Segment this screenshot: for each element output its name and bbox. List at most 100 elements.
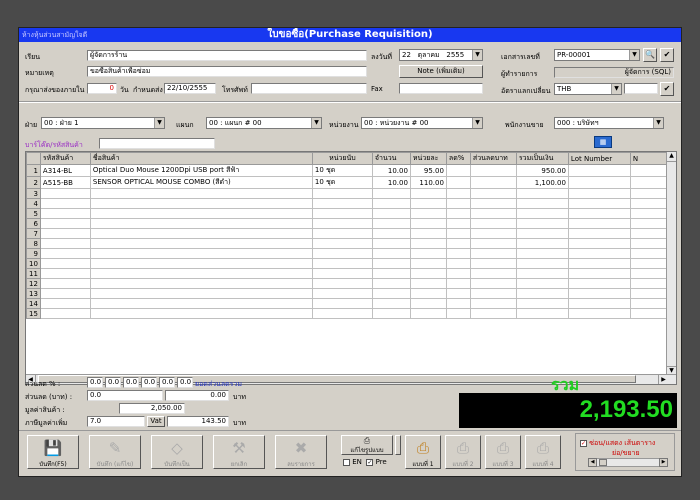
cell-qty[interactable] [371, 268, 411, 279]
cell-name[interactable] [89, 268, 313, 279]
cell-disc-amt[interactable] [469, 164, 517, 177]
cell-disc-amt[interactable] [469, 188, 517, 199]
cell-code[interactable] [39, 298, 91, 309]
cell-total[interactable] [515, 268, 569, 279]
vat-rate-field[interactable]: 7.0 [87, 416, 145, 427]
chevron-down-icon[interactable]: ▼ [154, 118, 164, 128]
cell-code[interactable] [39, 198, 91, 209]
cell-name[interactable] [89, 248, 313, 259]
cell-qty[interactable] [371, 188, 411, 199]
cell-price[interactable] [409, 218, 447, 229]
cell-name[interactable] [89, 308, 313, 319]
chevron-down-icon[interactable]: ▼ [611, 84, 621, 94]
cell-total[interactable] [515, 188, 569, 199]
pre-checkbox[interactable]: ✓ [366, 458, 374, 466]
cell-total[interactable] [515, 218, 569, 229]
cell-code[interactable] [39, 288, 91, 299]
dept-select[interactable]: 00 : ฝ่าย 1 ▼ [41, 117, 165, 129]
cell-qty[interactable] [371, 248, 411, 259]
cell-disc-amt[interactable] [469, 228, 517, 239]
cell-disc-pct[interactable] [445, 248, 471, 259]
cell-lot[interactable] [567, 238, 631, 249]
column-header[interactable]: Lot Number [567, 152, 631, 165]
cell-price[interactable] [409, 228, 447, 239]
staff-select[interactable]: 000 : บริษัทฯ ▼ [554, 117, 664, 129]
note-extra-button[interactable]: Note (เพิ่มเติม) [399, 65, 483, 78]
cancel-button[interactable]: ⚒ ยกเลิก [213, 435, 265, 469]
cell-name[interactable] [89, 288, 313, 299]
cell-code[interactable] [39, 218, 91, 229]
cell-disc-pct[interactable] [445, 228, 471, 239]
table-row[interactable]: 10 [26, 258, 673, 269]
print-form1-button[interactable]: ⎙ แบบที่ 1 [405, 435, 441, 469]
cell-price[interactable] [409, 208, 447, 219]
cell-qty[interactable] [371, 278, 411, 289]
cell-disc-amt[interactable] [469, 176, 517, 189]
cell-disc-amt[interactable] [469, 248, 517, 259]
table-row[interactable]: 5 [26, 208, 673, 219]
en-checkbox[interactable] [343, 458, 350, 466]
cell-total[interactable] [515, 238, 569, 249]
chevron-down-icon[interactable]: ▼ [311, 118, 321, 128]
cell-lot[interactable] [567, 258, 631, 269]
column-header[interactable]: ลด% [445, 152, 471, 165]
print-form4-button[interactable]: ⎙ แบบที่ 4 [525, 435, 561, 469]
edit-print-format-button[interactable]: ⎙ แก้ไขรูปแบบ [341, 435, 393, 455]
cell-price[interactable] [409, 198, 447, 209]
section-select[interactable]: 00 : แผนก # 00 ▼ [206, 117, 322, 129]
table-row[interactable]: 1 A314-BL Optical Duo Mouse 1200Dpi USB po… [26, 164, 673, 177]
cell-total[interactable] [515, 258, 569, 269]
table-row[interactable]: 6 [26, 218, 673, 229]
cell-qty[interactable] [371, 228, 411, 239]
cell-disc-pct[interactable] [445, 188, 471, 199]
print-format-dropdown[interactable] [395, 435, 401, 455]
table-row[interactable]: 9 [26, 248, 673, 259]
table-row[interactable]: 3 [26, 188, 673, 199]
cell-disc-amt[interactable] [469, 218, 517, 229]
cell-qty[interactable] [371, 208, 411, 219]
cell-lot[interactable] [567, 164, 631, 177]
cell-name[interactable] [89, 198, 313, 209]
cell-price[interactable]: 110.00 [409, 176, 447, 189]
cell-price[interactable] [409, 288, 447, 299]
cell-price[interactable] [409, 248, 447, 259]
delivery-days-field[interactable]: 0 [87, 83, 117, 94]
scroll-right-icon[interactable]: ▶ [658, 375, 668, 384]
cell-lot[interactable] [567, 228, 631, 239]
pin-icon[interactable]: ✔ [660, 82, 674, 96]
cell-disc-pct[interactable] [445, 288, 471, 299]
discount-pct-field[interactable]: 0.0 [105, 377, 121, 388]
cell-total[interactable] [515, 278, 569, 289]
cell-disc-pct[interactable] [445, 164, 471, 177]
column-header[interactable]: รหัสสินค้า [39, 152, 91, 165]
search-icon[interactable]: 🔍 [643, 48, 657, 62]
cell-disc-amt[interactable] [469, 308, 517, 319]
cell-unit[interactable] [311, 308, 373, 319]
cell-total[interactable] [515, 228, 569, 239]
cell-unit[interactable] [311, 188, 373, 199]
cell-lot[interactable] [567, 248, 631, 259]
cell-price[interactable] [409, 298, 447, 309]
cell-name[interactable] [89, 258, 313, 269]
cell-lot[interactable] [567, 176, 631, 189]
scroll-up-icon[interactable]: ▲ [667, 152, 676, 162]
column-header[interactable]: ส่วนลดบาท [469, 152, 517, 165]
barcode-field[interactable] [99, 138, 215, 149]
delete-line-button[interactable]: ✖ ลบรายการ [275, 435, 327, 469]
cell-name[interactable] [89, 188, 313, 199]
table-row[interactable]: 12 [26, 278, 673, 289]
table-row[interactable]: 14 [26, 298, 673, 309]
cell-total[interactable] [515, 198, 569, 209]
cell-code[interactable] [39, 228, 91, 239]
supplier-field[interactable]: ผู้จัดการร้าน [87, 50, 367, 61]
discount-pct-field[interactable]: 0.0 [123, 377, 139, 388]
cell-unit[interactable] [311, 198, 373, 209]
calculator-icon[interactable]: ▦ [594, 136, 612, 148]
table-row[interactable]: 15 [26, 308, 673, 319]
cell-disc-pct[interactable] [445, 238, 471, 249]
table-row[interactable]: 8 [26, 238, 673, 249]
cell-unit[interactable] [311, 288, 373, 299]
discount-pct-field[interactable]: 0.0 [141, 377, 157, 388]
print-form3-button[interactable]: ⎙ แบบที่ 3 [485, 435, 521, 469]
doc-no-select[interactable]: PR-00001 ▼ [554, 49, 640, 61]
